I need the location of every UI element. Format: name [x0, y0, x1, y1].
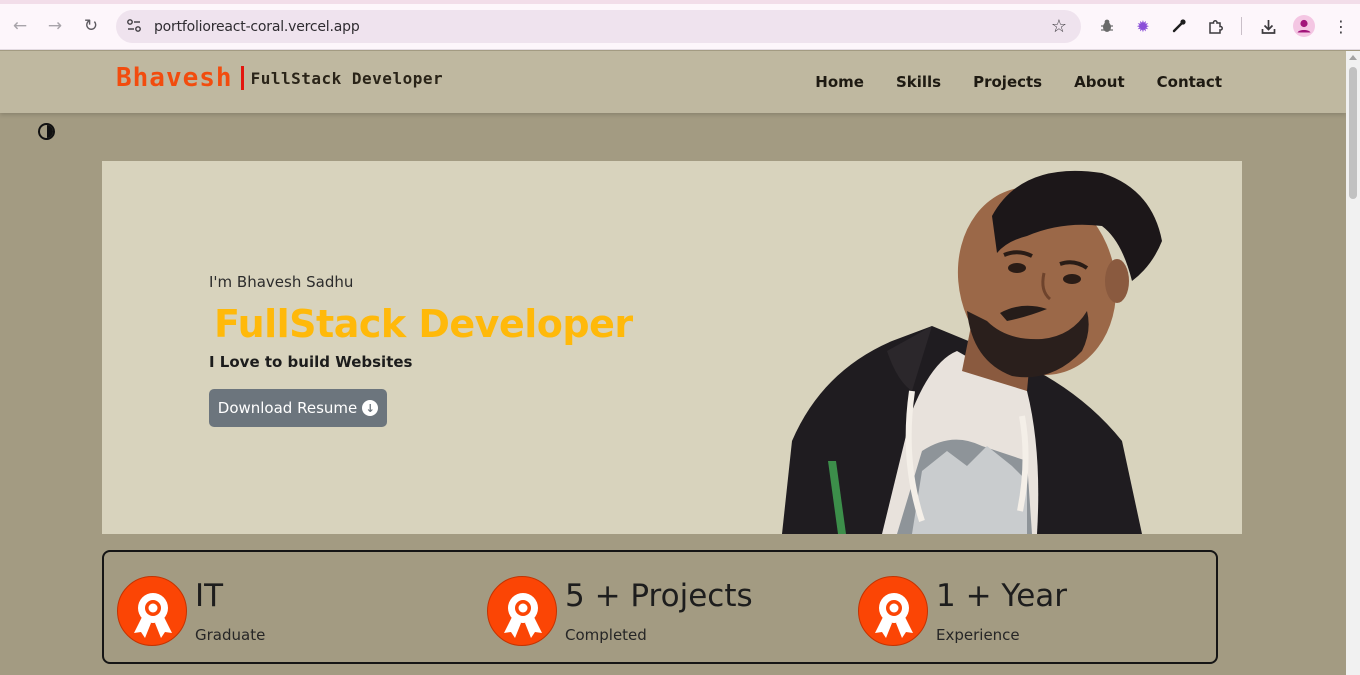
brand-divider [240, 66, 244, 90]
brand-logo[interactable]: Bhavesh FullStack Developer [116, 63, 443, 93]
award-ribbon-icon [858, 576, 928, 646]
award-ribbon-icon [487, 576, 557, 646]
hero-section: I'm Bhavesh Sadhu FullStack Developer I … [102, 161, 1242, 534]
nav-link-projects[interactable]: Projects [973, 73, 1042, 91]
stats-panel: IT Graduate 5 + Projects Completed 1 + Y… [102, 550, 1218, 664]
page-scrollbar[interactable] [1346, 51, 1360, 675]
hero-intro: I'm Bhavesh Sadhu [209, 273, 354, 291]
profile-photo [782, 170, 1162, 534]
profile-icon[interactable] [1292, 14, 1316, 38]
site-info-icon[interactable] [126, 18, 142, 34]
gear-extension-icon[interactable]: ✹ [1131, 14, 1155, 38]
scroll-up-arrow-icon[interactable] [1349, 55, 1357, 60]
nav-link-contact[interactable]: Contact [1157, 73, 1222, 91]
nav-menu: Home Skills Projects About Contact [815, 73, 1222, 91]
site-navbar: Bhavesh FullStack Developer Home Skills … [0, 51, 1346, 113]
stat-label: Graduate [195, 626, 266, 644]
hero-role-title: FullStack Developer [214, 302, 633, 346]
stat-label: Experience [936, 626, 1020, 644]
toolbar-separator [1241, 17, 1242, 35]
download-resume-button[interactable]: Download Resume ↓ [209, 389, 387, 427]
address-bar[interactable]: portfolioreact-coral.vercel.app ☆ [116, 10, 1081, 43]
arrow-down-circle-icon: ↓ [362, 400, 379, 416]
brand-name: Bhavesh [116, 63, 233, 93]
bookmark-star-icon[interactable]: ☆ [1051, 16, 1067, 37]
contrast-half-circle-icon[interactable] [38, 123, 55, 140]
download-resume-label: Download Resume [217, 399, 358, 417]
stat-label: Completed [565, 626, 647, 644]
reload-icon[interactable]: ↻ [79, 14, 103, 38]
download-icon[interactable] [1256, 14, 1280, 38]
award-ribbon-icon [117, 576, 187, 646]
scrollbar-thumb[interactable] [1349, 67, 1357, 199]
stat-value: IT [195, 578, 224, 614]
nav-link-skills[interactable]: Skills [896, 73, 941, 91]
eyedropper-icon[interactable] [1167, 14, 1191, 38]
browser-toolbar: ← → ↻ portfolioreact-coral.vercel.app ☆ … [0, 0, 1360, 50]
hero-tagline: I Love to build Websites [209, 353, 413, 371]
bug-extension-icon[interactable] [1095, 14, 1119, 38]
stat-value: 1 + Year [936, 578, 1068, 614]
stat-value: 5 + Projects [565, 578, 753, 614]
webpage-viewport: Bhavesh FullStack Developer Home Skills … [0, 51, 1346, 675]
forward-icon[interactable]: → [43, 14, 67, 38]
nav-link-home[interactable]: Home [815, 73, 864, 91]
back-icon[interactable]: ← [8, 14, 32, 38]
tab-strip [0, 0, 1360, 4]
kebab-menu-icon[interactable]: ⋮ [1329, 14, 1353, 38]
extensions-puzzle-icon[interactable] [1203, 14, 1227, 38]
brand-role: FullStack Developer [250, 68, 444, 88]
nav-link-about[interactable]: About [1074, 73, 1125, 91]
url-text[interactable]: portfolioreact-coral.vercel.app [154, 19, 360, 35]
